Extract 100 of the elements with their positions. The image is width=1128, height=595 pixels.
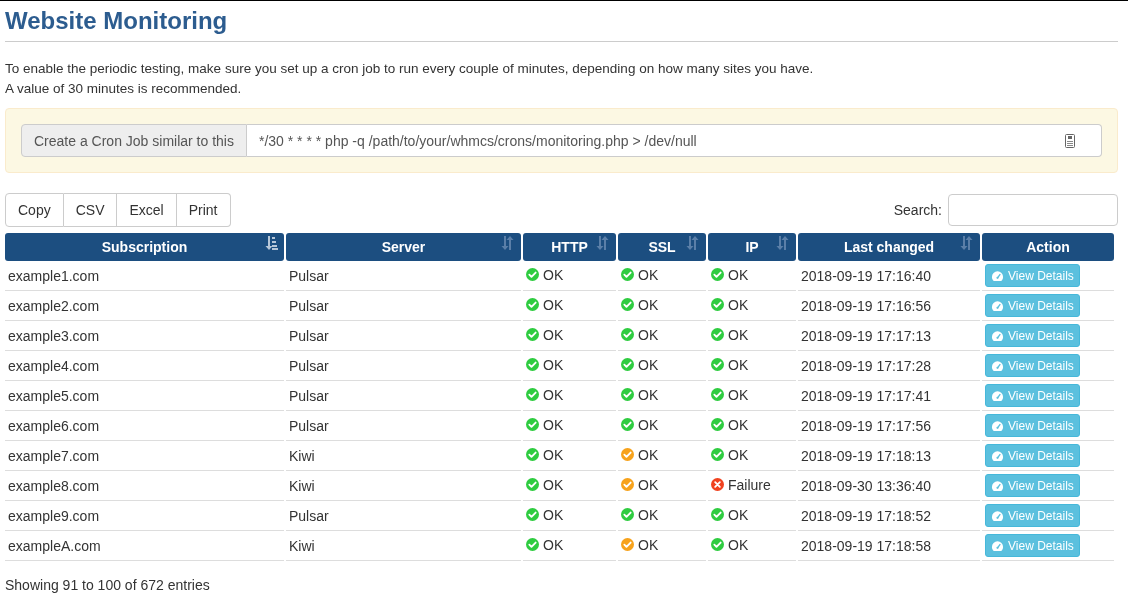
- status-text: OK: [543, 296, 564, 313]
- gauge-icon: [991, 359, 1004, 372]
- status-text: OK: [728, 326, 749, 343]
- table-cell: exampleA.com: [5, 531, 284, 561]
- entries-info: Showing 91 to 100 of 672 entries: [5, 577, 211, 593]
- search-label: Search:: [893, 202, 942, 218]
- cron-command-field[interactable]: */30 * * * * php -q /path/to/your/whmcs/crons/monitoring.php > /dev/null: [246, 124, 1102, 157]
- status-text: OK: [543, 446, 564, 463]
- status-text: OK: [543, 506, 564, 523]
- search-field[interactable]: [948, 194, 1118, 226]
- export-button[interactable]: Copy: [5, 193, 64, 227]
- export-button[interactable]: CSV: [63, 193, 118, 227]
- status-text: OK: [543, 476, 564, 493]
- status-text: OK: [543, 386, 564, 403]
- check-circle-icon: [711, 418, 724, 432]
- table-cell: example3.com: [5, 321, 284, 351]
- sort-ascending-icon: [264, 236, 278, 250]
- table-cell: example9.com: [5, 501, 284, 531]
- table-cell: Pulsar: [286, 261, 521, 291]
- table-cell: Kiwi: [286, 441, 521, 471]
- check-circle-icon: [526, 418, 539, 432]
- table-cell: 2018-09-19 17:17:56: [798, 411, 980, 441]
- table-cell: Kiwi: [286, 531, 521, 561]
- check-circle-icon: [621, 358, 634, 372]
- column-header[interactable]: Subscription: [5, 233, 284, 261]
- check-circle-icon: [526, 388, 539, 402]
- table-cell: Pulsar: [286, 501, 521, 531]
- table-cell: 2018-09-19 17:16:56: [798, 291, 980, 321]
- table-cell: example5.com: [5, 381, 284, 411]
- status-text: OK: [638, 416, 659, 433]
- table-cell: example8.com: [5, 471, 284, 501]
- table-cell: 2018-09-19 17:18:13: [798, 441, 980, 471]
- intro-text: A value of 30 minutes is recommended.: [5, 80, 243, 98]
- status-text: OK: [728, 446, 749, 463]
- check-circle-icon: [711, 448, 724, 462]
- check-circle-icon: [621, 268, 634, 282]
- page-title: Website Monitoring: [5, 6, 229, 36]
- check-circle-icon: [526, 358, 539, 372]
- check-circle-icon: [526, 538, 539, 552]
- check-circle-icon: [711, 538, 724, 552]
- intro-text: To enable the periodic testing, make sure you set up a cron job to run every couple of minutes, depending on how many sites you have.: [5, 60, 815, 78]
- check-circle-icon: [621, 448, 634, 462]
- check-circle-icon: [526, 328, 539, 342]
- column-header[interactable]: IP: [708, 233, 796, 261]
- check-circle-icon: [526, 448, 539, 462]
- table-cell: example6.com: [5, 411, 284, 441]
- sort-icon: [960, 236, 974, 250]
- status-text: OK: [638, 326, 659, 343]
- check-circle-icon: [526, 508, 539, 522]
- table-cell: Pulsar: [286, 411, 521, 441]
- column-header[interactable]: Server: [286, 233, 521, 261]
- check-circle-icon: [621, 478, 634, 492]
- check-circle-icon: [526, 268, 539, 282]
- gauge-icon: [991, 479, 1004, 492]
- table-cell: example4.com: [5, 351, 284, 381]
- gauge-icon: [991, 449, 1004, 462]
- status-text: OK: [638, 356, 659, 373]
- status-text: OK: [543, 356, 564, 373]
- column-header[interactable]: Last changed: [798, 233, 980, 261]
- check-circle-icon: [621, 328, 634, 342]
- table-cell: 2018-09-19 17:17:41: [798, 381, 980, 411]
- status-text: OK: [728, 536, 749, 553]
- column-header[interactable]: HTTP: [523, 233, 616, 261]
- gauge-icon: [991, 419, 1004, 432]
- check-circle-icon: [621, 298, 634, 312]
- status-text: OK: [638, 446, 659, 463]
- status-text: OK: [638, 266, 659, 283]
- cron-label: Create a Cron Job similar to this: [21, 124, 247, 157]
- status-text: OK: [728, 356, 749, 373]
- check-circle-icon: [526, 478, 539, 492]
- cross-circle-icon: [711, 478, 724, 492]
- status-text: OK: [638, 296, 659, 313]
- gauge-icon: [991, 389, 1004, 402]
- export-button[interactable]: Excel: [117, 193, 177, 227]
- status-text: OK: [728, 266, 749, 283]
- table-cell: 2018-09-19 17:17:28: [798, 351, 980, 381]
- table-cell: Pulsar: [286, 321, 521, 351]
- table-cell: Pulsar: [286, 381, 521, 411]
- table-cell: Kiwi: [286, 471, 521, 501]
- export-button[interactable]: Print: [176, 193, 231, 227]
- status-text: OK: [638, 476, 659, 493]
- clipboard-icon[interactable]: [1065, 133, 1075, 148]
- status-text: OK: [543, 266, 564, 283]
- table-cell: 2018-09-19 17:18:58: [798, 531, 980, 561]
- gauge-icon: [991, 329, 1004, 342]
- status-text: OK: [728, 296, 749, 313]
- table-cell: 2018-09-19 17:18:52: [798, 501, 980, 531]
- check-circle-icon: [711, 328, 724, 342]
- table-cell: example2.com: [5, 291, 284, 321]
- check-circle-icon: [711, 298, 724, 312]
- table-cell: Pulsar: [286, 291, 521, 321]
- check-circle-icon: [526, 298, 539, 312]
- table-cell: example1.com: [5, 261, 284, 291]
- table-cell: Pulsar: [286, 351, 521, 381]
- check-circle-icon: [711, 388, 724, 402]
- column-header[interactable]: SSL: [618, 233, 706, 261]
- column-header: Action: [982, 233, 1114, 261]
- table-cell: 2018-09-19 17:17:13: [798, 321, 980, 351]
- status-text: OK: [638, 536, 659, 553]
- sort-icon: [501, 236, 515, 250]
